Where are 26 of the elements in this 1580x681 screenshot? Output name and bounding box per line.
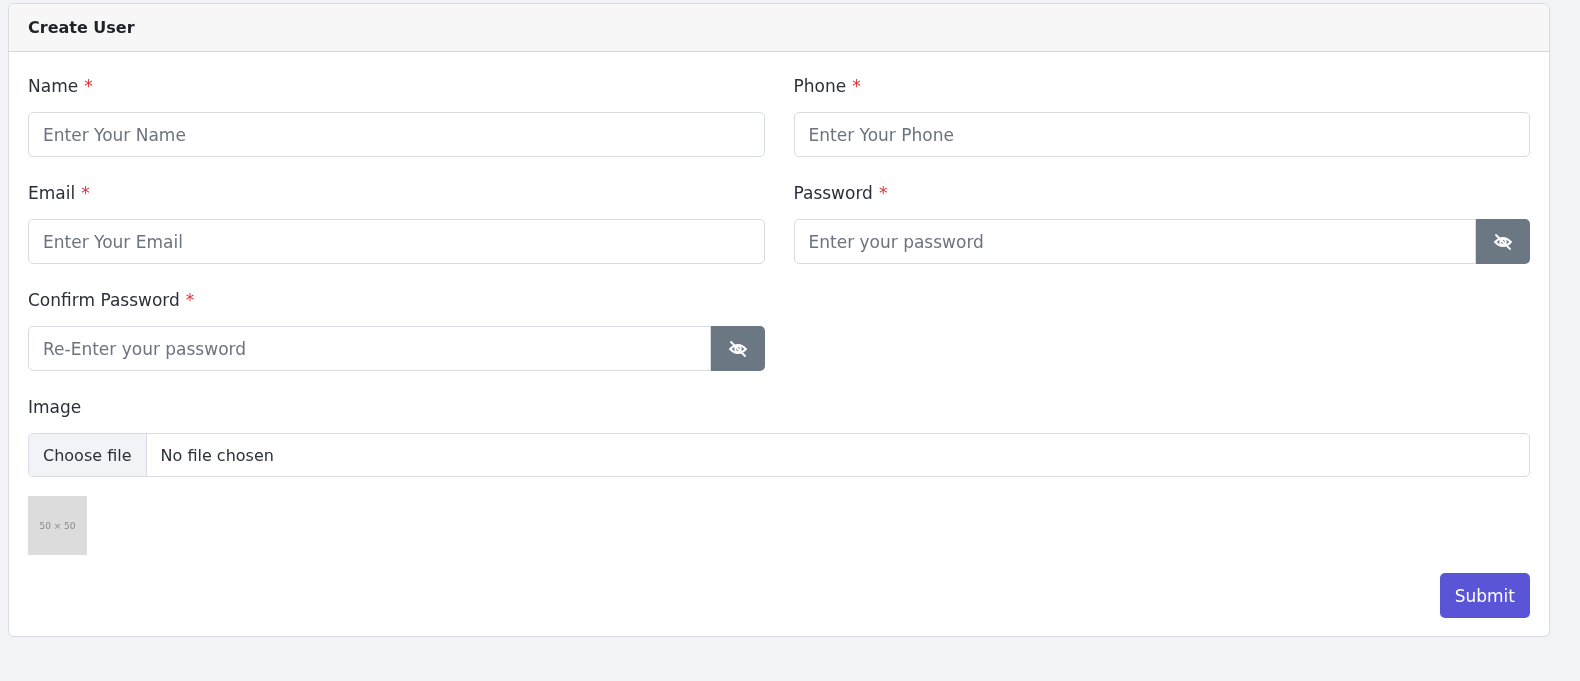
field-label: Password (793, 183, 873, 205)
password-field[interactable]: Enter your password (793, 219, 1476, 264)
required-asterisk: * (852, 76, 861, 98)
visibility-toggle-button[interactable] (1476, 219, 1530, 264)
eye-slash-icon (727, 339, 748, 358)
required-asterisk: * (84, 76, 93, 98)
submit-button[interactable]: Submit (1439, 573, 1530, 618)
visibility-toggle-button[interactable] (710, 326, 765, 371)
field-label: Confirm Password (28, 290, 180, 312)
field-label: Name (28, 76, 79, 98)
file-input[interactable]: Choose file No file chosen (28, 433, 1530, 477)
eye-slash-icon (1493, 232, 1513, 251)
choose-file-button[interactable]: Choose file (29, 434, 147, 476)
field-label: Image (28, 397, 82, 419)
required-asterisk: * (878, 183, 888, 205)
file-status: No file chosen (159, 444, 275, 467)
placeholder-size-text: 50 × 50 (39, 520, 76, 531)
input-field[interactable]: Enter Your Name (28, 112, 765, 157)
required-asterisk: * (81, 183, 90, 205)
required-asterisk: * (185, 290, 195, 312)
input-field[interactable]: Enter Your Email (28, 219, 765, 264)
password-field[interactable]: Re-Enter your password (28, 326, 711, 371)
card-title: Create User (28, 18, 135, 37)
field-label: Phone (793, 76, 847, 98)
input-field[interactable]: Enter Your Phone (793, 112, 1530, 157)
field-label: Email (28, 183, 76, 205)
